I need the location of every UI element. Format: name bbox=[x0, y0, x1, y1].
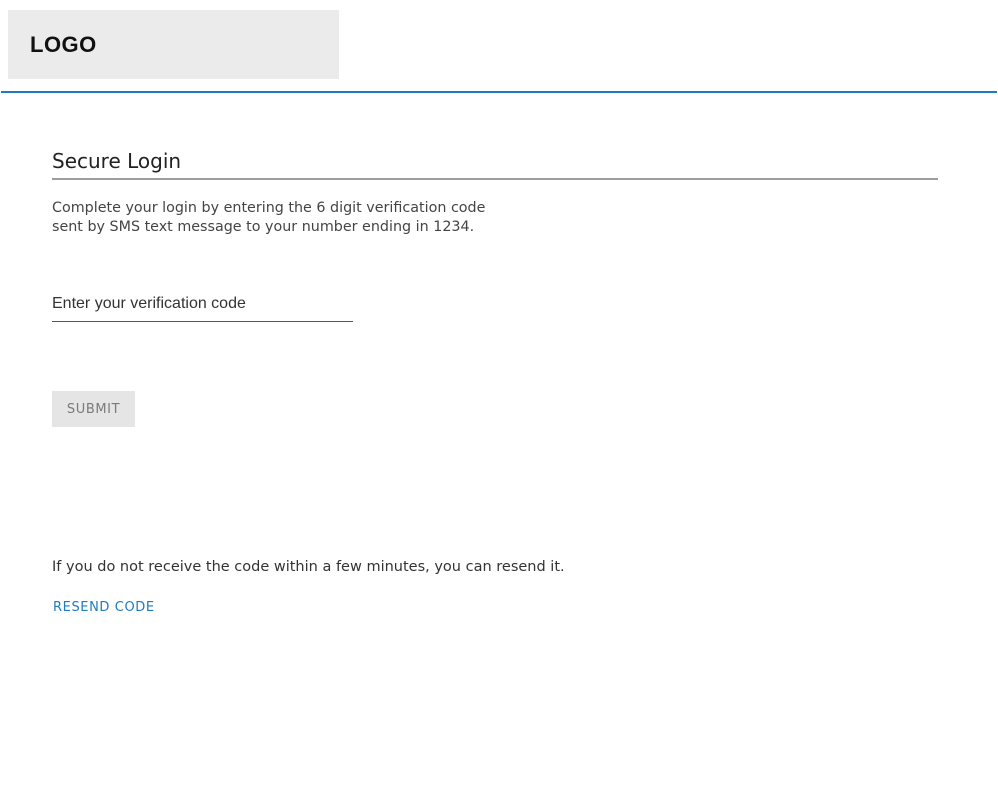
resend-code-link[interactable]: RESEND CODE bbox=[53, 600, 155, 615]
title-divider bbox=[52, 178, 938, 180]
instructions-text: Complete your login by entering the 6 di… bbox=[52, 200, 486, 235]
logo-text: LOGO bbox=[30, 32, 97, 57]
resend-note: If you do not receive the code within a … bbox=[52, 559, 565, 575]
header: LOGO bbox=[0, 0, 998, 93]
page-title: Secure Login bbox=[52, 149, 182, 173]
verification-code-input[interactable] bbox=[52, 291, 352, 317]
logo: LOGO bbox=[8, 10, 339, 79]
header-divider bbox=[1, 91, 997, 93]
verification-code-field bbox=[52, 287, 353, 322]
submit-button[interactable]: SUBMIT bbox=[52, 391, 135, 427]
